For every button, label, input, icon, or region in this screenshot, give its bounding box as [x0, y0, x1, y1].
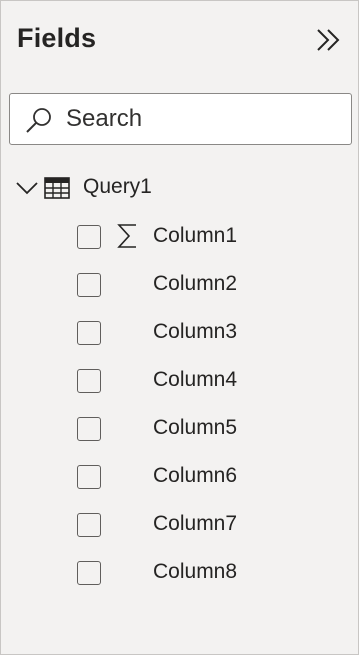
field-label: Column8	[153, 560, 238, 583]
field-item-column4[interactable]: Column4	[73, 361, 353, 401]
field-checkbox[interactable]	[77, 561, 101, 585]
field-label: Column1	[153, 224, 238, 247]
field-checkbox[interactable]	[77, 513, 101, 537]
field-label: Column4	[153, 368, 238, 391]
field-label: Column3	[153, 320, 238, 343]
field-item-column5[interactable]: Column5	[73, 409, 353, 449]
field-checkbox[interactable]	[77, 417, 101, 441]
double-chevron-right-icon	[317, 29, 340, 51]
field-label: Column2	[153, 272, 238, 295]
field-item-column8[interactable]: Column8	[73, 553, 353, 593]
chevron-down-icon[interactable]	[15, 177, 41, 199]
field-label: Column5	[153, 416, 238, 439]
fields-pane: Fields Query1	[0, 0, 359, 655]
table-icon	[44, 177, 70, 199]
field-label: Column6	[153, 464, 238, 487]
table-item-query1[interactable]: Query1	[15, 169, 345, 209]
pane-header: Fields	[17, 23, 346, 59]
search-input[interactable]	[66, 100, 343, 138]
field-item-column1[interactable]: Column1	[73, 217, 353, 257]
search-box[interactable]	[9, 93, 352, 145]
field-checkbox[interactable]	[77, 369, 101, 393]
pane-title: Fields	[17, 23, 97, 53]
table-label: Query1	[83, 175, 152, 198]
sigma-icon	[117, 224, 136, 248]
field-checkbox[interactable]	[77, 465, 101, 489]
field-item-column3[interactable]: Column3	[73, 313, 353, 353]
field-checkbox[interactable]	[77, 321, 101, 345]
collapse-pane-button[interactable]	[314, 25, 344, 55]
field-checkbox[interactable]	[77, 225, 101, 249]
search-icon	[26, 108, 51, 133]
field-item-column7[interactable]: Column7	[73, 505, 353, 545]
field-item-column2[interactable]: Column2	[73, 265, 353, 305]
field-item-column6[interactable]: Column6	[73, 457, 353, 497]
field-checkbox[interactable]	[77, 273, 101, 297]
field-label: Column7	[153, 512, 238, 535]
